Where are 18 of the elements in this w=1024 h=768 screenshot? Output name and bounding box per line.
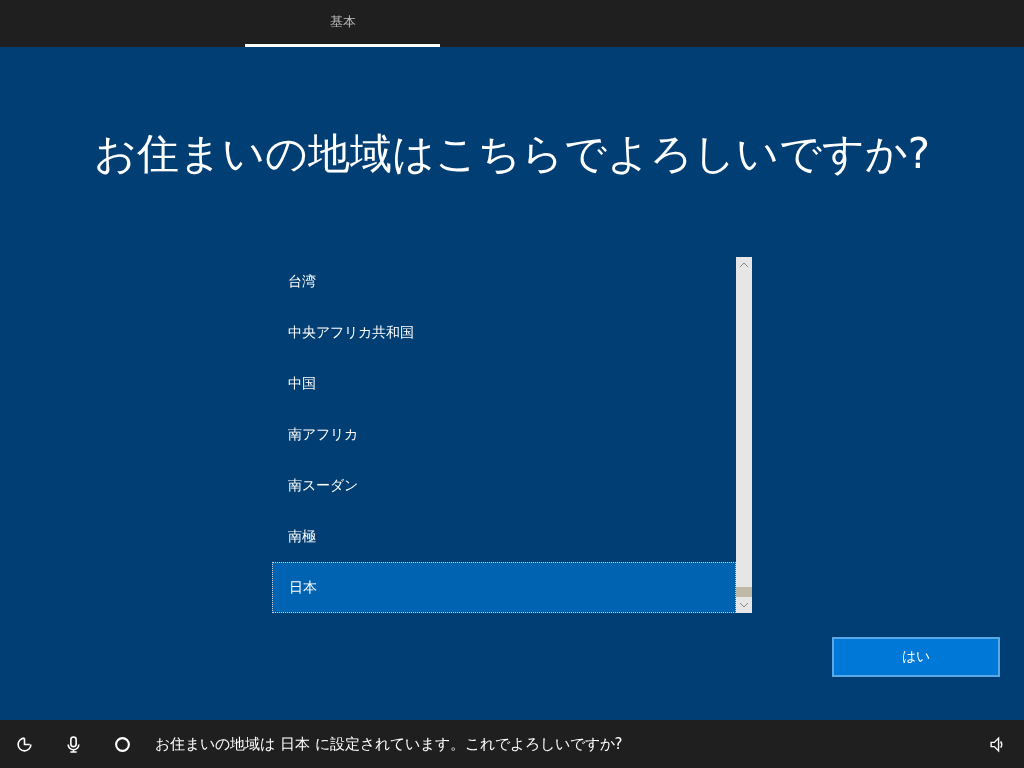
status-message: お住まいの地域は 日本 に設定されています。これでよろしいですか? [155, 734, 624, 754]
region-list-item[interactable]: 中央アフリカ共和国 [272, 307, 736, 359]
region-list-item[interactable]: 中国 [272, 358, 736, 410]
scrollbar[interactable] [736, 257, 752, 613]
region-list-item[interactable]: 南極 [272, 511, 736, 563]
scroll-thumb[interactable] [736, 587, 752, 597]
setup-tab[interactable]: 基本 [245, 0, 440, 47]
ease-of-access-icon[interactable] [16, 735, 33, 753]
page-title: お住まいの地域はこちらでよろしいですか? [92, 128, 932, 180]
microphone-icon[interactable] [65, 735, 82, 753]
scroll-up-icon[interactable] [739, 262, 749, 268]
circle-icon[interactable] [114, 735, 131, 753]
region-list-item[interactable]: 日本 [272, 562, 736, 613]
region-list-item[interactable]: 南アフリカ [272, 409, 736, 461]
scroll-down-icon[interactable] [739, 602, 749, 608]
region-list-item[interactable]: 南スーダン [272, 460, 736, 512]
region-list-item[interactable]: 台湾 [272, 257, 736, 308]
yes-button[interactable]: はい [832, 637, 1000, 677]
